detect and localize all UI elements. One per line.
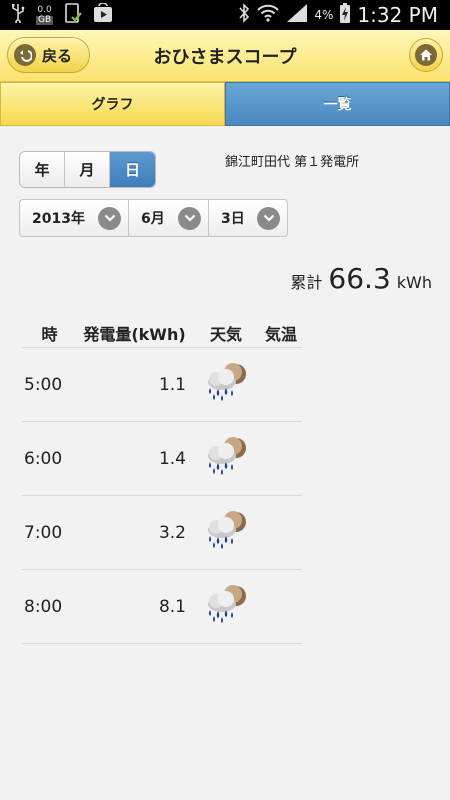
row-temperature xyxy=(260,570,302,644)
battery-percent: 4% xyxy=(314,8,334,22)
year-select[interactable]: 2013年 xyxy=(20,200,129,236)
back-arrow-icon xyxy=(14,44,36,66)
wifi-icon xyxy=(256,3,280,27)
row-kwh: 1.4 xyxy=(77,422,192,496)
tab-graph[interactable]: グラフ xyxy=(0,82,225,126)
month-select[interactable]: 6月 xyxy=(129,200,209,236)
header-temperature: 気温 xyxy=(264,324,297,344)
month-select-value: 6月 xyxy=(141,211,165,227)
battery-charging-icon xyxy=(339,2,351,28)
row-temperature xyxy=(260,422,302,496)
chevron-down-icon xyxy=(98,206,121,230)
row-weather xyxy=(192,496,260,570)
usb-icon xyxy=(10,3,26,27)
data-usage-indicator: 0.0 GB xyxy=(36,4,54,25)
table-row: 8:00 8.1 xyxy=(22,570,302,644)
row-weather xyxy=(192,348,260,422)
weather-cloud-rain-icon xyxy=(200,362,252,407)
home-button[interactable] xyxy=(409,38,443,72)
page-title: おひさまスコープ xyxy=(153,47,297,68)
row-time: 6:00 xyxy=(22,422,77,496)
app-header: 戻る おひさまスコープ xyxy=(0,30,450,82)
day-select[interactable]: 3日 xyxy=(209,200,287,236)
row-weather xyxy=(192,422,260,496)
row-weather xyxy=(192,570,260,644)
date-selector: 2013年 6月 3日 xyxy=(19,199,288,237)
back-button-label: 戻る xyxy=(42,46,73,65)
period-month-button[interactable]: 月 xyxy=(65,152,110,187)
bluetooth-icon xyxy=(238,3,250,27)
status-bar: 0.0 GB 4% 1:32 PM xyxy=(0,0,450,30)
play-store-icon xyxy=(93,2,113,27)
header-weather: 天気 xyxy=(209,324,242,344)
download-complete-icon xyxy=(63,2,83,28)
total-value: 66.3 xyxy=(328,262,391,295)
status-bar-right: 4% 1:32 PM xyxy=(238,3,438,27)
weather-cloud-rain-icon xyxy=(200,584,252,629)
period-day-button[interactable]: 日 xyxy=(110,152,155,187)
row-temperature xyxy=(260,496,302,570)
plant-name: 錦江町田代 第１発電所 xyxy=(225,155,360,170)
period-year-button[interactable]: 年 xyxy=(20,152,65,187)
header-kwh: 発電量(kWh) xyxy=(83,324,186,344)
table-row: 7:00 3.2 xyxy=(22,496,302,570)
table-row: 6:00 1.4 xyxy=(22,422,302,496)
header-time: 時 xyxy=(41,324,58,344)
table-row: 5:00 1.1 xyxy=(22,348,302,422)
view-tabs: グラフ 一覧 xyxy=(0,82,450,126)
status-bar-left: 0.0 GB xyxy=(10,2,113,28)
home-icon xyxy=(415,44,437,66)
table-header: 時 発電量(kWh) 天気 気温 xyxy=(22,318,302,348)
row-time: 8:00 xyxy=(22,570,77,644)
back-button[interactable]: 戻る xyxy=(7,37,90,73)
total-unit: kWh xyxy=(396,273,432,292)
signal-icon xyxy=(286,3,308,27)
row-temperature xyxy=(260,348,302,422)
year-select-value: 2013年 xyxy=(32,211,85,227)
weather-cloud-rain-icon xyxy=(200,436,252,481)
row-time: 5:00 xyxy=(22,348,77,422)
row-kwh: 1.1 xyxy=(77,348,192,422)
period-selector: 年 月 日 xyxy=(19,151,156,188)
total-generation: 累計 66.3 kWh xyxy=(290,262,432,295)
tab-list[interactable]: 一覧 xyxy=(225,82,450,126)
status-time: 1:32 PM xyxy=(357,3,438,27)
generation-table: 時 発電量(kWh) 天気 気温 5:00 1.1 6:00 1.4 7:00 3.2 8:… xyxy=(22,318,302,644)
chevron-down-icon xyxy=(257,206,280,230)
row-time: 7:00 xyxy=(22,496,77,570)
total-label: 累計 xyxy=(290,273,323,292)
weather-cloud-rain-icon xyxy=(200,510,252,555)
day-select-value: 3日 xyxy=(221,211,245,227)
row-kwh: 8.1 xyxy=(77,570,192,644)
row-kwh: 3.2 xyxy=(77,496,192,570)
chevron-down-icon xyxy=(178,206,201,230)
